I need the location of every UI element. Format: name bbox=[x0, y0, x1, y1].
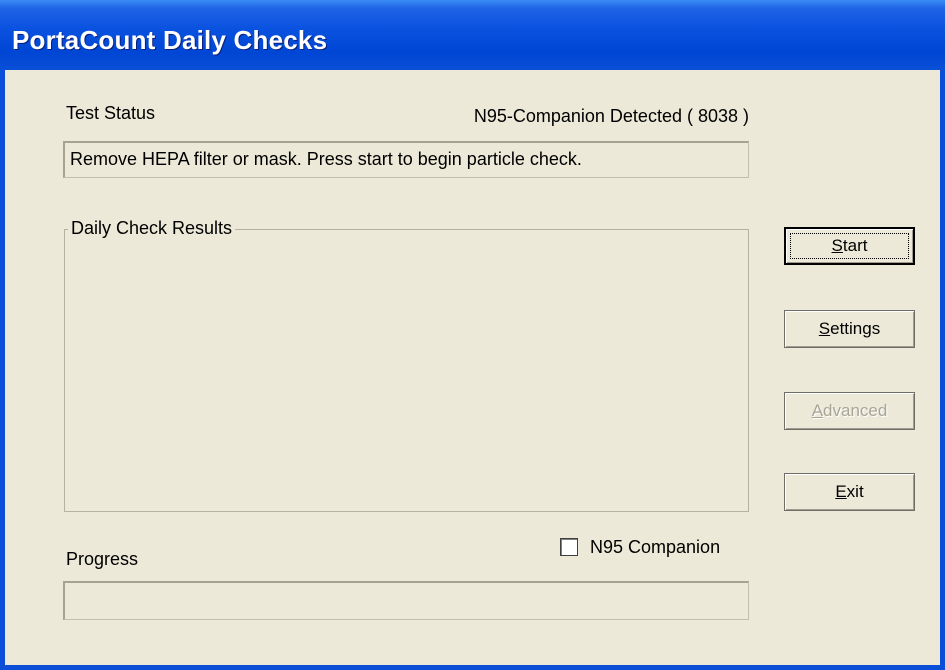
exit-label-rest: xit bbox=[846, 482, 864, 501]
daily-check-results-group bbox=[64, 229, 749, 512]
exit-mnemonic: E bbox=[835, 482, 847, 501]
settings-button[interactable]: Settings bbox=[784, 310, 915, 348]
progress-label: Progress bbox=[66, 549, 139, 569]
advanced-mnemonic: A bbox=[811, 401, 824, 420]
advanced-label-rest: dvanced bbox=[823, 401, 888, 420]
start-button[interactable]: Start bbox=[784, 227, 915, 265]
n95-companion-label[interactable]: N95 Companion bbox=[590, 537, 720, 558]
title-bar[interactable]: PortaCount Daily Checks bbox=[0, 0, 945, 70]
settings-mnemonic: S bbox=[818, 319, 831, 338]
settings-label-rest: ettings bbox=[830, 319, 881, 338]
exit-button[interactable]: Exit bbox=[784, 473, 915, 511]
n95-companion-checkbox[interactable] bbox=[560, 538, 578, 556]
test-status-label: Test Status bbox=[66, 103, 156, 123]
progress-bar bbox=[63, 581, 749, 620]
device-detected-label: N95-Companion Detected ( 8038 ) bbox=[473, 106, 749, 126]
window-title: PortaCount Daily Checks bbox=[12, 25, 328, 55]
test-status-message: Remove HEPA filter or mask. Press start … bbox=[63, 141, 749, 178]
daily-check-results-label: Daily Check Results bbox=[68, 218, 236, 239]
advanced-button[interactable]: Advanced bbox=[784, 392, 915, 430]
focus-rectangle bbox=[790, 233, 909, 259]
